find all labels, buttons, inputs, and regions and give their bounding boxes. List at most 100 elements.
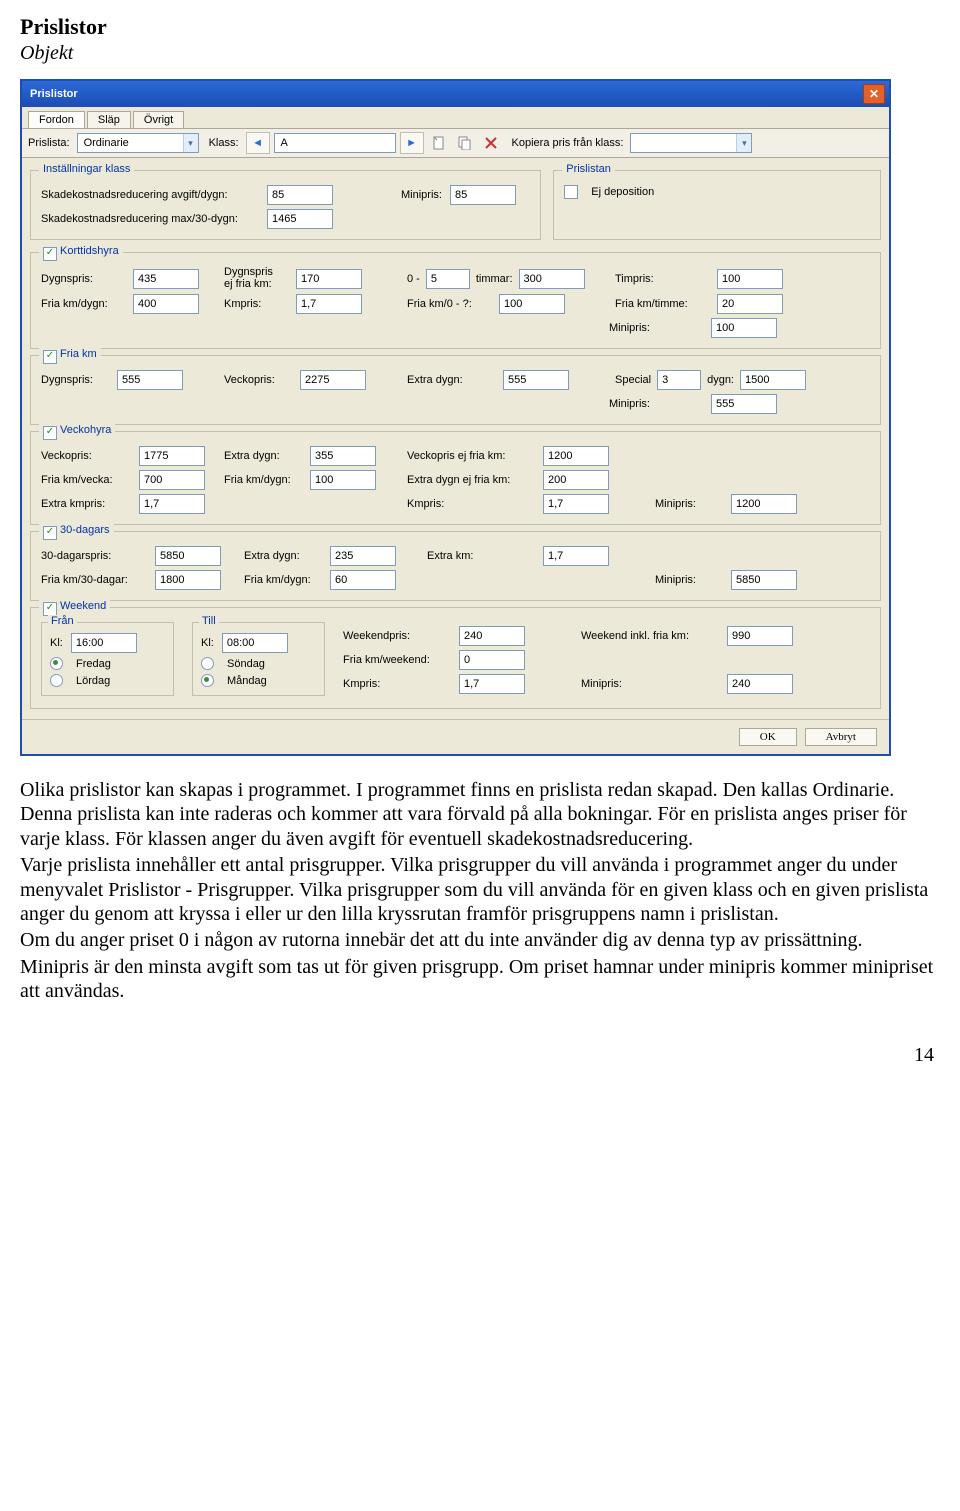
para-4: Minipris är den minsta avgift som tas ut…: [20, 955, 940, 1004]
para-2: Varje prislista innehåller ett antal pri…: [20, 853, 940, 926]
prislistor-window: Prislistor ✕ Fordon Släp Övrigt Prislist…: [20, 79, 891, 756]
klass-prev-button[interactable]: ◄: [246, 132, 270, 154]
friakmtimme-label: Fria km/timme:: [615, 298, 711, 310]
vh-friakmdygn-input[interactable]: 100: [310, 470, 376, 490]
extradygnej-input[interactable]: 200: [543, 470, 609, 490]
klass-value: A: [275, 137, 294, 149]
minipris-label: Minipris:: [401, 189, 442, 201]
tretti-pris-input[interactable]: 5850: [155, 546, 221, 566]
toolbar: Prislista: Ordinarie ▾ Klass: ◄ A ► Kopi…: [22, 129, 889, 158]
vh-extra-input[interactable]: 355: [310, 446, 376, 466]
veckohyra-checkbox[interactable]: ✓: [43, 426, 57, 440]
we-mini-input[interactable]: 240: [727, 674, 793, 694]
delete-button[interactable]: [480, 133, 502, 153]
vh-kmpris-input[interactable]: 1,7: [543, 494, 609, 514]
minipris-input[interactable]: 85: [450, 185, 516, 205]
friakm-checkbox[interactable]: ✓: [43, 350, 57, 364]
prislista-select[interactable]: Ordinarie ▾: [77, 133, 199, 153]
instellningar-legend: Inställningar klass: [39, 163, 134, 175]
friakm-mini-input[interactable]: 555: [711, 394, 777, 414]
dygnspris-ej-input[interactable]: 170: [296, 269, 362, 289]
kopiera-label: Kopiera pris från klass:: [512, 137, 624, 149]
fredag-label: Fredag: [76, 658, 111, 670]
fredag-radio[interactable]: [50, 657, 63, 670]
max-input[interactable]: 1465: [267, 209, 333, 229]
tretti-group: ✓30-dagars 30-dagarspris:5850 Extra dygn…: [30, 531, 881, 601]
ok-button[interactable]: OK: [739, 728, 797, 746]
special-n-input[interactable]: 3: [657, 370, 701, 390]
cancel-button[interactable]: Avbryt: [805, 728, 877, 746]
korttidshyra-legend: ✓Korttidshyra: [39, 245, 123, 261]
kmpris-input[interactable]: 1,7: [296, 294, 362, 314]
kopiera-select[interactable]: ▾: [630, 133, 752, 153]
prislistan-legend: Prislistan: [562, 163, 615, 175]
delete-icon: [485, 137, 497, 149]
to-time-input[interactable]: 08:00: [222, 633, 288, 653]
friakmdygn-input[interactable]: 400: [133, 294, 199, 314]
extrakmpris-input[interactable]: 1,7: [139, 494, 205, 514]
tretti-friakmdygn-input[interactable]: 60: [330, 570, 396, 590]
sondag-label: Söndag: [227, 658, 265, 670]
to-kl-label: Kl:: [201, 637, 214, 649]
veckoej-input[interactable]: 1200: [543, 446, 609, 466]
mandag-radio[interactable]: [201, 674, 214, 687]
korttidshyra-checkbox[interactable]: ✓: [43, 247, 57, 261]
veckopris-input[interactable]: 1775: [139, 446, 205, 466]
we-kmpris-input[interactable]: 1,7: [459, 674, 525, 694]
weekend-legend: ✓Weekend: [39, 600, 110, 616]
to-subgroup: Till Kl:08:00 Söndag Måndag: [192, 622, 325, 696]
tretti-pris-label: 30-dagarspris:: [41, 550, 149, 562]
veckopris-label: Veckopris:: [41, 450, 133, 462]
tretti-extrakm-input[interactable]: 1,7: [543, 546, 609, 566]
friakm-dygn-input[interactable]: 555: [117, 370, 183, 390]
sondag-radio[interactable]: [201, 657, 214, 670]
weekend-checkbox[interactable]: ✓: [43, 602, 57, 616]
kortt-minipris-input[interactable]: 100: [711, 318, 777, 338]
friakmvecka-input[interactable]: 700: [139, 470, 205, 490]
ej-deposition-label: Ej deposition: [591, 186, 654, 198]
page-number: 14: [20, 1044, 940, 1067]
new-button[interactable]: [428, 133, 450, 153]
from-kl-label: Kl:: [50, 637, 63, 649]
friakm-vecko-input[interactable]: 2275: [300, 370, 366, 390]
friakm-extra-input[interactable]: 555: [503, 370, 569, 390]
friakm0-input[interactable]: 100: [499, 294, 565, 314]
friakmtimme-input[interactable]: 20: [717, 294, 783, 314]
fkmw-input[interactable]: 0: [459, 650, 525, 670]
tab-slap[interactable]: Släp: [87, 111, 131, 128]
timval-input[interactable]: 300: [519, 269, 585, 289]
weekendpris-input[interactable]: 240: [459, 626, 525, 646]
klass-select[interactable]: A: [274, 133, 396, 153]
timpris-input[interactable]: 100: [717, 269, 783, 289]
tretti-legend: ✓30-dagars: [39, 524, 114, 540]
button-bar: OK Avbryt: [22, 719, 889, 754]
dygnspris-ej-label: Dygnspris ej fria km:: [224, 267, 290, 290]
hours-input[interactable]: 5: [426, 269, 470, 289]
tretti-mini-input[interactable]: 5850: [731, 570, 797, 590]
close-button[interactable]: ✕: [863, 84, 885, 104]
special-v-input[interactable]: 1500: [740, 370, 806, 390]
extrakmpris-label: Extra kmpris:: [41, 498, 133, 510]
para-3: Om du anger priset 0 i någon av rutorna …: [20, 928, 940, 952]
ej-deposition-checkbox[interactable]: [564, 185, 578, 199]
tretti-mini-label: Minipris:: [655, 574, 725, 586]
reduc-input[interactable]: 85: [267, 185, 333, 205]
tretti-extra-input[interactable]: 235: [330, 546, 396, 566]
tab-ovrigt[interactable]: Övrigt: [133, 111, 184, 128]
klass-next-button[interactable]: ►: [400, 132, 424, 154]
tretti-checkbox[interactable]: ✓: [43, 526, 57, 540]
from-time-input[interactable]: 16:00: [71, 633, 137, 653]
vh-mini-input[interactable]: 1200: [731, 494, 797, 514]
lordag-radio[interactable]: [50, 674, 63, 687]
titlebar: Prislistor ✕: [22, 81, 889, 107]
friakm-group: ✓Fria km Dygnspris:555 Veckopris:2275 Ex…: [30, 355, 881, 425]
klass-label: Klass:: [209, 137, 239, 149]
friakm30-input[interactable]: 1800: [155, 570, 221, 590]
dygnspris-input[interactable]: 435: [133, 269, 199, 289]
tab-fordon[interactable]: Fordon: [28, 111, 85, 128]
veckohyra-legend: ✓Veckohyra: [39, 424, 115, 440]
copy-button[interactable]: [454, 133, 476, 153]
timpris-label: Timpris:: [615, 273, 711, 285]
winkl-input[interactable]: 990: [727, 626, 793, 646]
prislista-label: Prislista:: [28, 137, 70, 149]
